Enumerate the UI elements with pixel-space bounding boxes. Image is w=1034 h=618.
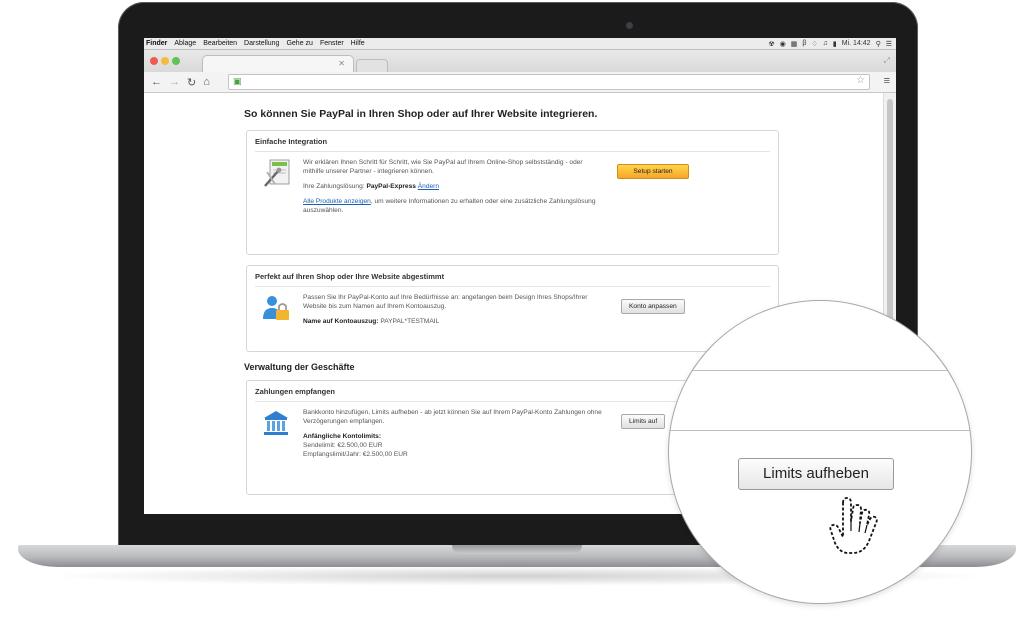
notification-list-icon[interactable]: ☰ [886, 40, 892, 48]
user-lock-icon [263, 296, 289, 320]
integration-box: Einfache Integration Wir erklären Ihnen … [246, 130, 779, 255]
menu-finder[interactable]: Finder [146, 40, 167, 47]
fullscreen-icon[interactable]: ⤢ [884, 56, 890, 66]
customize-row: Passen Sie Ihr PayPal-Konto auf Ihre Bed… [255, 293, 770, 345]
magnifier-callout: Limits aufheben [668, 300, 972, 604]
back-arrow-icon[interactable]: ← [151, 76, 162, 88]
statement-name-value: PAYPAL*TESTMAIL [380, 318, 440, 325]
menu-ablage[interactable]: Ablage [174, 40, 196, 47]
magnifier-divider [669, 430, 971, 431]
camera-icon [626, 22, 633, 29]
clock[interactable]: Mi. 14:42 [842, 40, 871, 47]
tab-close-icon[interactable]: ✕ [338, 59, 345, 68]
battery-status-icon[interactable]: ▮ [833, 40, 837, 48]
forward-arrow-icon[interactable]: → [169, 76, 180, 88]
bank-icon [264, 411, 288, 435]
sync-status-icon[interactable]: ◉ [780, 40, 786, 48]
menu-hilfe[interactable]: Hilfe [351, 40, 365, 47]
integration-description: Wir erklären Ihnen Schritt für Schritt, … [303, 159, 583, 175]
lock-icon: ▣ [233, 76, 242, 86]
customize-title: Perfekt auf Ihren Shop oder Ihre Website… [255, 272, 770, 287]
status-area: ☢ ◉ ▦ β ♢ ♫ ▮ Mi. 14:42 ⚲ ☰ [768, 40, 896, 48]
mac-menubar: Finder Ablage Bearbeiten Darstellung Geh… [144, 38, 896, 50]
menu-bearbeiten[interactable]: Bearbeiten [203, 40, 237, 47]
lift-limits-button[interactable]: Limits auf [621, 414, 666, 429]
shield-status-icon[interactable]: ☢ [768, 40, 774, 48]
bluetooth-status-icon[interactable]: β [802, 40, 806, 47]
customize-description: Passen Sie Ihr PayPal-Konto auf Ihre Bed… [303, 294, 588, 310]
payment-solution-line: Ihre Zahlungslösung: PayPal-Express Ände… [303, 182, 603, 191]
menu-fenster[interactable]: Fenster [320, 40, 344, 47]
spotlight-icon[interactable]: ⚲ [876, 40, 881, 48]
bookmark-star-icon[interactable]: ☆ [856, 75, 865, 86]
payments-description: Bankkonto hinzufügen, Limits aufheben - … [303, 409, 602, 425]
customize-box: Perfekt auf Ihren Shop oder Ihre Website… [246, 265, 779, 352]
reload-icon[interactable]: ↻ [187, 76, 196, 89]
integration-row: Wir erklären Ihnen Schritt für Schritt, … [255, 158, 770, 248]
laptop-notch [452, 545, 582, 554]
close-window-icon[interactable] [150, 57, 158, 65]
new-tab-button[interactable] [356, 59, 388, 72]
statement-name-label: Name auf Kontoauszug: [303, 318, 379, 325]
browser-tabbar: ✕ ⤢ [144, 50, 896, 73]
hand-cursor-icon [829, 497, 878, 554]
payment-solution-label: Ihre Zahlungslösung: [303, 183, 365, 190]
menu-gehe-zu[interactable]: Gehe zu [286, 40, 312, 47]
address-bar[interactable]: ▣ ☆ [228, 74, 870, 90]
menu-darstellung[interactable]: Darstellung [244, 40, 279, 47]
payment-solution-value: PayPal-Express [366, 183, 416, 190]
change-link[interactable]: Ändern [418, 183, 439, 190]
tools-certificate-icon [264, 159, 290, 187]
customize-account-button[interactable]: Konto anpassen [621, 299, 685, 314]
page-title: So können Sie PayPal in Ihren Shop oder … [244, 108, 598, 120]
integration-title: Einfache Integration [255, 137, 770, 152]
zoom-window-icon[interactable] [172, 57, 180, 65]
home-icon[interactable]: ⌂ [203, 76, 210, 88]
calendar-status-icon[interactable]: ▦ [791, 40, 798, 48]
setup-start-button[interactable]: Setup starten [617, 164, 689, 179]
browser-tab[interactable]: ✕ [202, 55, 354, 73]
all-products-link[interactable]: Alle Produkte anzeigen [303, 198, 371, 205]
wifi-status-icon[interactable]: ♢ [811, 40, 817, 48]
volume-status-icon[interactable]: ♫ [823, 40, 828, 47]
window-controls [150, 57, 180, 65]
browser-menu-icon[interactable]: ≡ [884, 75, 890, 87]
scrollbar-thumb[interactable] [887, 99, 893, 349]
minimize-window-icon[interactable] [161, 57, 169, 65]
magnifier-divider [669, 370, 971, 371]
browser-toolbar: ← → ↻ ⌂ ▣ ☆ ≡ [144, 72, 896, 93]
lift-limits-button-zoomed[interactable]: Limits aufheben [738, 458, 894, 490]
statement-name-line: Name auf Kontoauszug: PAYPAL*TESTMAIL [303, 317, 603, 326]
products-line: Alle Produkte anzeigen, um weitere Infor… [303, 197, 603, 215]
